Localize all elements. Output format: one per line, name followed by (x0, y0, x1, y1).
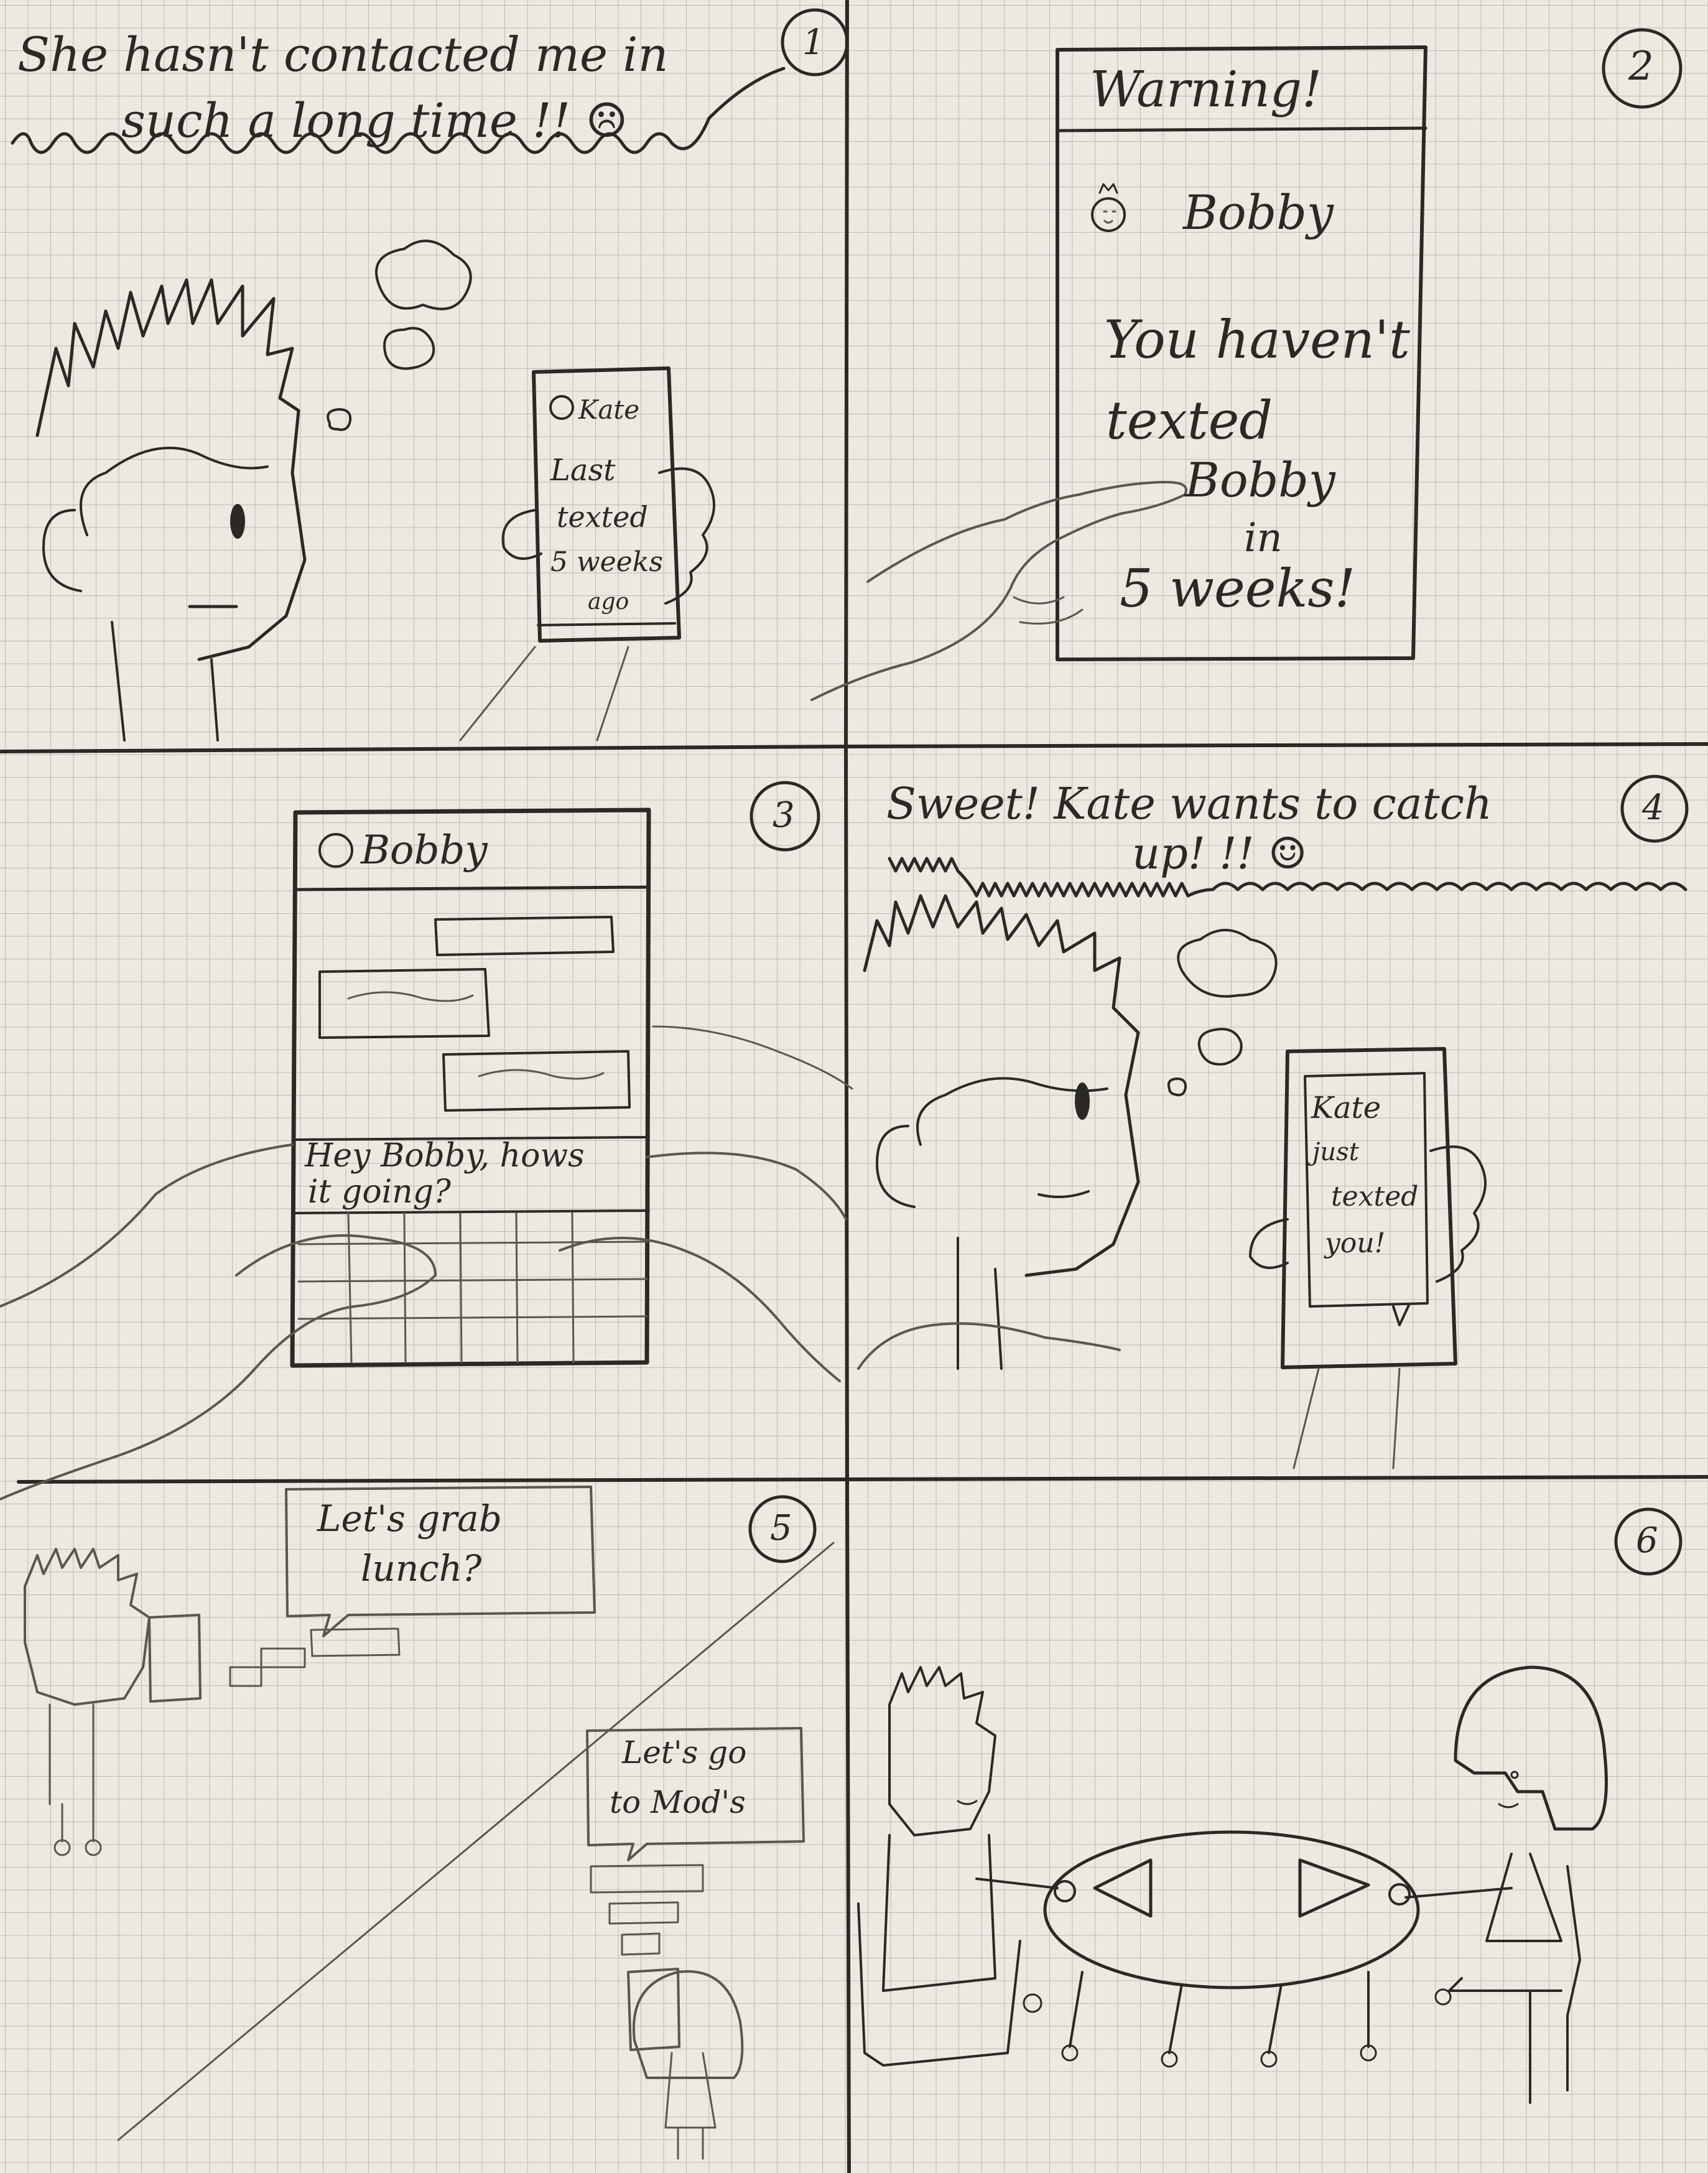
panel1-thought-bubbles (327, 240, 472, 431)
panel2-warning-header: Warning! (1090, 60, 1322, 118)
panel-number-3: 3 (773, 795, 795, 835)
panel3-phone (290, 807, 651, 1368)
panel3-hands (0, 1025, 853, 1501)
panel6-scene (857, 1665, 1608, 2104)
panel2-message-line5: 5 weeks! (1120, 558, 1356, 619)
panel3-typed-line1: Hey Bobby, hows (305, 1137, 585, 1175)
panel5-bubble-bottom-line2: to Mod's (610, 1784, 746, 1820)
panel4-phone-line4: you! (1325, 1227, 1386, 1259)
panel1-speech-line1: She hasn't contacted me in (17, 27, 669, 82)
panel4-boy (857, 894, 1140, 1370)
panel1-phone-line3: 5 weeks (550, 546, 663, 578)
panel2-message-line2: texted (1106, 390, 1273, 451)
panel2-message-line4: in (1244, 515, 1283, 561)
sketch-drawing (0, 0, 1708, 2173)
panel1-phone-line1: Last (550, 453, 616, 488)
storyboard-sheet: 1 2 3 4 5 6 She hasn't contacted me in s… (0, 0, 1708, 2173)
panel2-contact-name: Bobby (1183, 185, 1334, 240)
panel-dividers (0, 0, 1708, 2173)
panel1-speech-line2: such a long time !! ☹ (121, 93, 628, 148)
panel4-phone-line2: just (1312, 1138, 1359, 1166)
panel1-phone-line2: texted (557, 500, 648, 534)
panel4-phone-line1: Kate (1311, 1091, 1381, 1125)
panel-number-6: 6 (1636, 1520, 1658, 1561)
panel-number-1: 1 (802, 22, 825, 63)
panel3-typed-line2: it going? (308, 1173, 451, 1211)
panel1-phone-line4: ago (588, 589, 629, 615)
panel4-speech-line2: up! !! ☺ (1132, 828, 1307, 879)
panel4-speech-line1: Sweet! Kate wants to catch (886, 778, 1492, 829)
panel5-bubble-top-line1: Let's grab (317, 1497, 502, 1540)
panel-number-2: 2 (1628, 44, 1654, 90)
panel4-thought-bubbles (1167, 929, 1278, 1097)
panel1-boy (35, 278, 307, 742)
panel1-phone-name: Kate (578, 394, 640, 425)
panel2-message-line3: Bobby (1185, 452, 1335, 508)
panel4-phone-line3: texted (1331, 1181, 1419, 1212)
panel-number-5: 5 (770, 1508, 792, 1548)
panel5-bubble-top-line2: lunch? (361, 1547, 482, 1589)
panel3-contact-name: Bobby (361, 827, 488, 873)
panel5-bubble-bottom-line1: Let's go (622, 1734, 747, 1771)
panel2-message-line1: You haven't (1104, 309, 1410, 370)
panel-number-4: 4 (1642, 788, 1664, 828)
